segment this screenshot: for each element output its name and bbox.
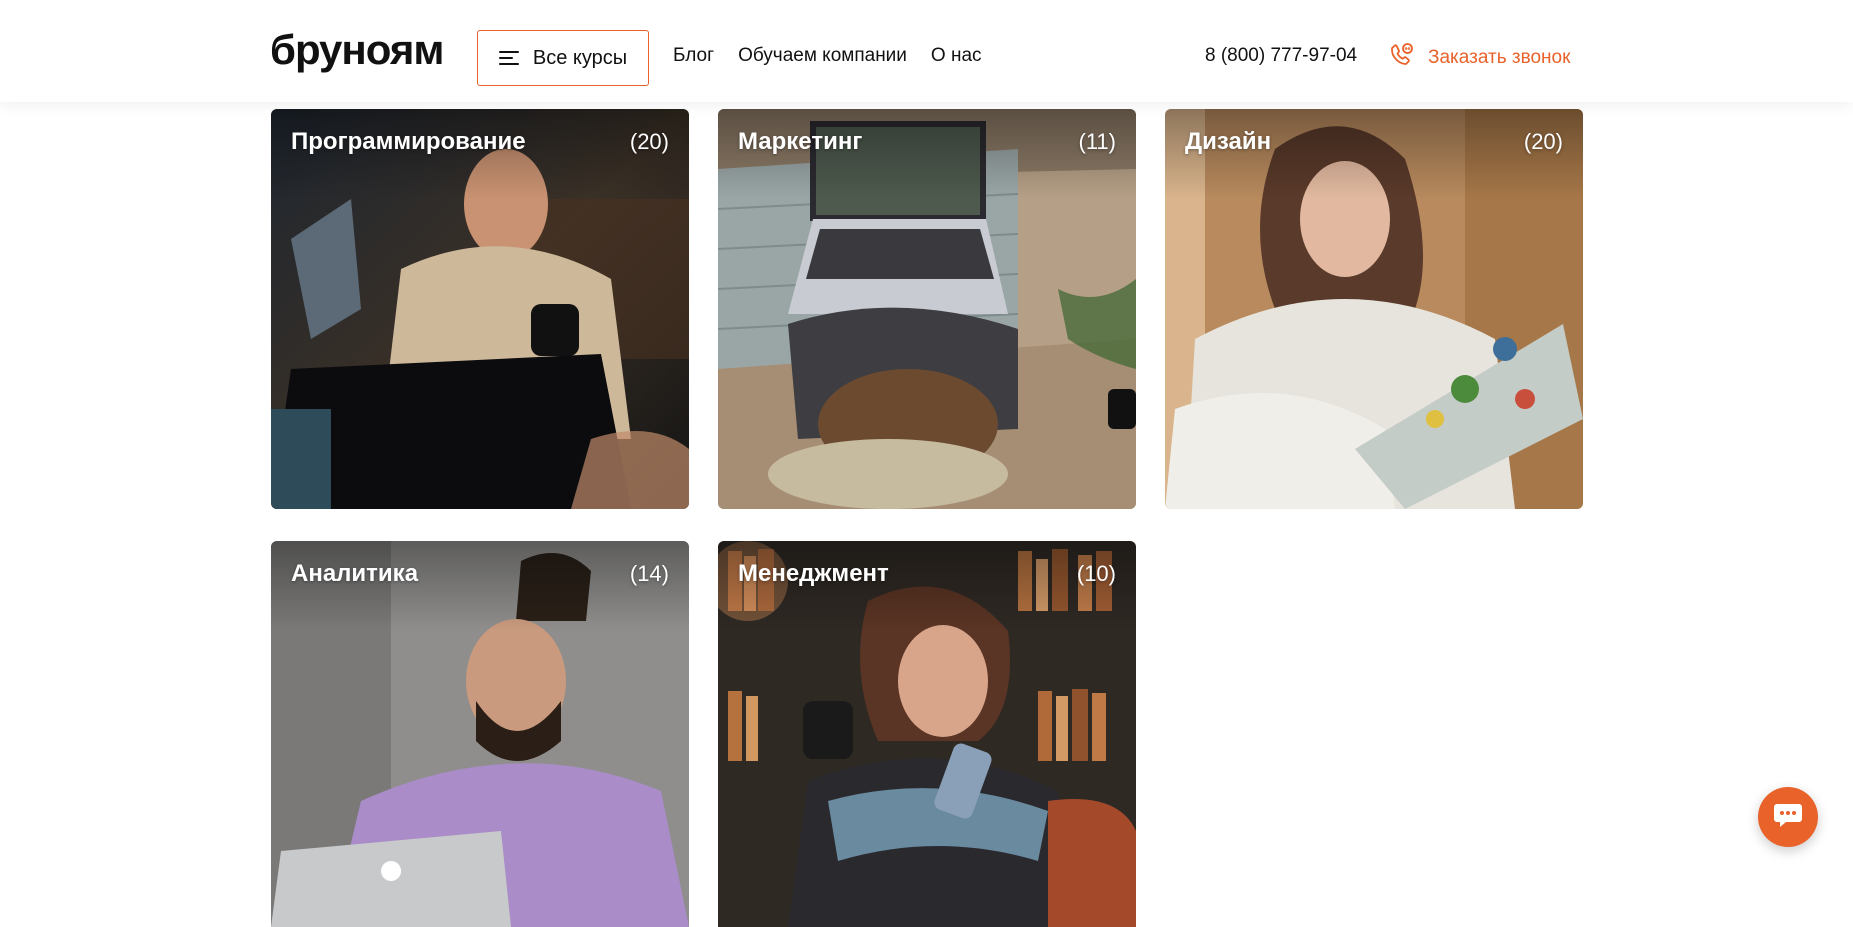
category-card-analytics[interactable]: Аналитика (14)	[271, 541, 689, 927]
nav-link-about[interactable]: О нас	[931, 45, 982, 67]
site-header: бруноям Все курсы Блог Обучаем компании …	[0, 0, 1853, 102]
category-count: (11)	[1078, 129, 1117, 154]
phone-number[interactable]: 8 (800) 777-97-04	[1205, 45, 1357, 67]
category-title: Маркетинг	[738, 128, 863, 155]
nav-link-companies[interactable]: Обучаем компании	[738, 45, 907, 67]
menu-icon	[498, 51, 519, 65]
category-title: Дизайн	[1185, 128, 1272, 155]
logo[interactable]: бруноям	[270, 26, 444, 74]
category-title: Программирование	[291, 128, 526, 155]
phone-chat-icon	[1388, 42, 1414, 73]
category-title: Аналитика	[291, 560, 419, 587]
callback-label: Заказать звонок	[1428, 46, 1571, 68]
category-card-marketing[interactable]: Маркетинг (11)	[718, 109, 1136, 509]
category-count: (14)	[629, 561, 669, 586]
category-count: (20)	[629, 129, 669, 154]
main-nav: Блог Обучаем компании О нас	[673, 45, 982, 67]
chat-button[interactable]	[1758, 787, 1818, 847]
category-card-programming[interactable]: Программирование (20)	[271, 109, 689, 509]
all-courses-label: Все курсы	[532, 46, 628, 69]
category-title: Менеджмент	[738, 560, 889, 587]
nav-link-blog[interactable]: Блог	[673, 45, 714, 67]
chat-icon	[1773, 801, 1803, 834]
category-count: (20)	[1523, 129, 1563, 154]
category-card-management[interactable]: Менеджмент (10)	[718, 541, 1136, 927]
all-courses-button[interactable]: Все курсы	[477, 30, 649, 86]
callback-button[interactable]: Заказать звонок	[1388, 42, 1570, 73]
category-card-design[interactable]: Дизайн (20)	[1165, 109, 1583, 509]
category-count: (10)	[1076, 561, 1116, 586]
